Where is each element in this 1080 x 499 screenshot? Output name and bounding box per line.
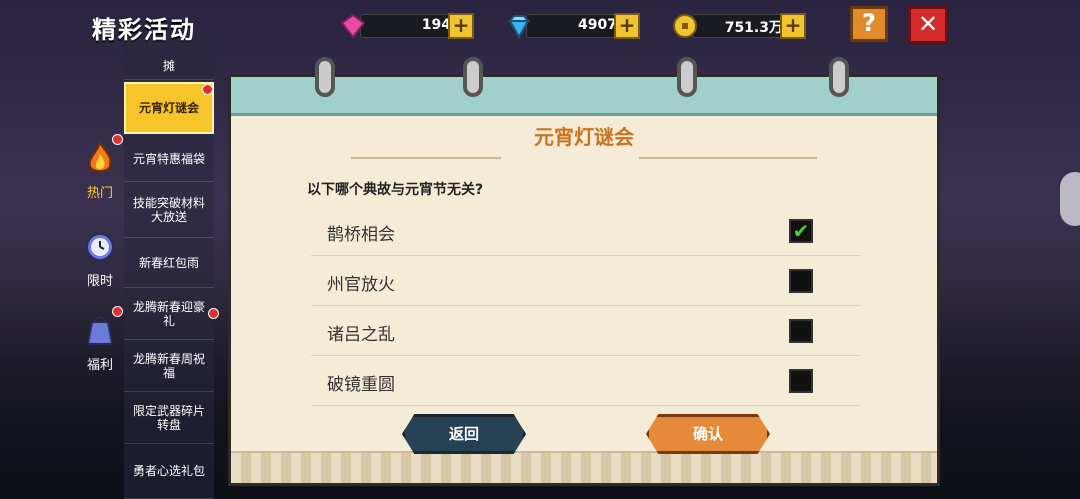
binder-ring-icon (677, 57, 697, 97)
binder-ring-icon (463, 57, 483, 97)
notification-dot (112, 134, 123, 145)
activity-sidebar[interactable]: 摊 元宵灯谜会 元宵特惠福袋 技能突破材料大放送 新春红包雨 龙腾新春迎豪礼 龙… (124, 40, 219, 499)
floating-side-handle[interactable] (1060, 172, 1080, 226)
add-pink-gem-button[interactable]: + (448, 13, 474, 39)
notification-dot (208, 308, 219, 319)
gold-coin-icon (673, 14, 697, 38)
option-checkbox[interactable] (789, 369, 813, 393)
sidebar-item-new-year-gift[interactable]: 龙腾新春迎豪礼 (124, 288, 214, 340)
sidebar-item-partial[interactable]: 摊 (124, 40, 214, 80)
quiz-title: 元宵灯谜会 (534, 125, 634, 149)
gift-bag-icon (86, 316, 114, 345)
option-checkbox[interactable] (789, 319, 813, 343)
sidebar-item-lantern-riddle[interactable]: 元宵灯谜会 (124, 82, 214, 134)
quiz-option-label: 鹊桥相会 (327, 225, 395, 245)
add-gold-coin-button[interactable]: + (780, 13, 806, 39)
category-hot-label: 热门 (86, 186, 113, 201)
quiz-option[interactable]: 诸吕之乱 (311, 307, 861, 356)
sidebar-item-skill-materials[interactable]: 技能突破材料大放送 (124, 182, 214, 238)
pink-gem-count: 194 (421, 17, 451, 33)
blue-diamond-icon (507, 15, 531, 39)
gold-coin-count: 751.3万 (724, 20, 783, 36)
sidebar-item-weapon-wheel[interactable]: 限定武器碎片转盘 (124, 392, 214, 444)
quiz-option[interactable]: 州官放火 (311, 257, 861, 306)
option-checkbox-checked[interactable]: ✔ (789, 219, 813, 243)
blue-diamond-count: 4907 (578, 17, 617, 33)
category-hot[interactable]: 热门 (78, 134, 123, 201)
quiz-option-label: 诸吕之乱 (327, 325, 395, 345)
quiz-option[interactable]: 鹊桥相会 ✔ (311, 207, 861, 256)
category-welfare[interactable]: 福利 (78, 306, 123, 373)
add-blue-diamond-button[interactable]: + (614, 13, 640, 39)
confirm-button[interactable]: 确认 (646, 414, 770, 454)
quiz-option[interactable]: 破镜重圆 (311, 357, 861, 406)
clock-icon (86, 233, 114, 261)
sidebar-item-weekly-blessing[interactable]: 龙腾新春周祝福 (124, 340, 214, 392)
divider (351, 157, 501, 159)
sidebar-item-red-packet[interactable]: 新春红包雨 (124, 238, 214, 288)
quiz-option-label: 州官放火 (327, 275, 395, 295)
option-checkbox[interactable] (789, 269, 813, 293)
category-welfare-label: 福利 (86, 358, 113, 373)
close-button[interactable]: ✕ (908, 6, 948, 44)
help-button[interactable]: ? (850, 6, 888, 42)
sidebar-item-lucky-bag[interactable]: 元宵特惠福袋 (124, 136, 214, 182)
notification-dot (112, 306, 123, 317)
riddle-panel: 元宵灯谜会 以下哪个典故与元宵节无关? 鹊桥相会 ✔ 州官放火 诸吕之乱 破镜重… (228, 57, 940, 486)
binder-ring-icon (829, 57, 849, 97)
back-button[interactable]: 返回 (402, 414, 526, 454)
pink-gem-icon (340, 13, 366, 39)
quiz-option-label: 破镜重圆 (327, 375, 395, 395)
notification-dot (202, 84, 213, 95)
quiz-question: 以下哪个典故与元宵节无关? (307, 182, 484, 198)
decorative-border (231, 451, 937, 483)
resource-bar: 751.3万 (692, 14, 790, 38)
category-limited-label: 限时 (86, 274, 113, 289)
resource-bar: 4907 (526, 14, 624, 38)
resource-bar: 194 (360, 14, 458, 38)
sidebar-item-hero-pack[interactable]: 勇者心选礼包 (124, 444, 214, 499)
flame-icon (88, 140, 112, 173)
divider (639, 157, 817, 159)
binder-ring-icon (315, 57, 335, 97)
category-limited[interactable]: 限时 (78, 228, 122, 289)
